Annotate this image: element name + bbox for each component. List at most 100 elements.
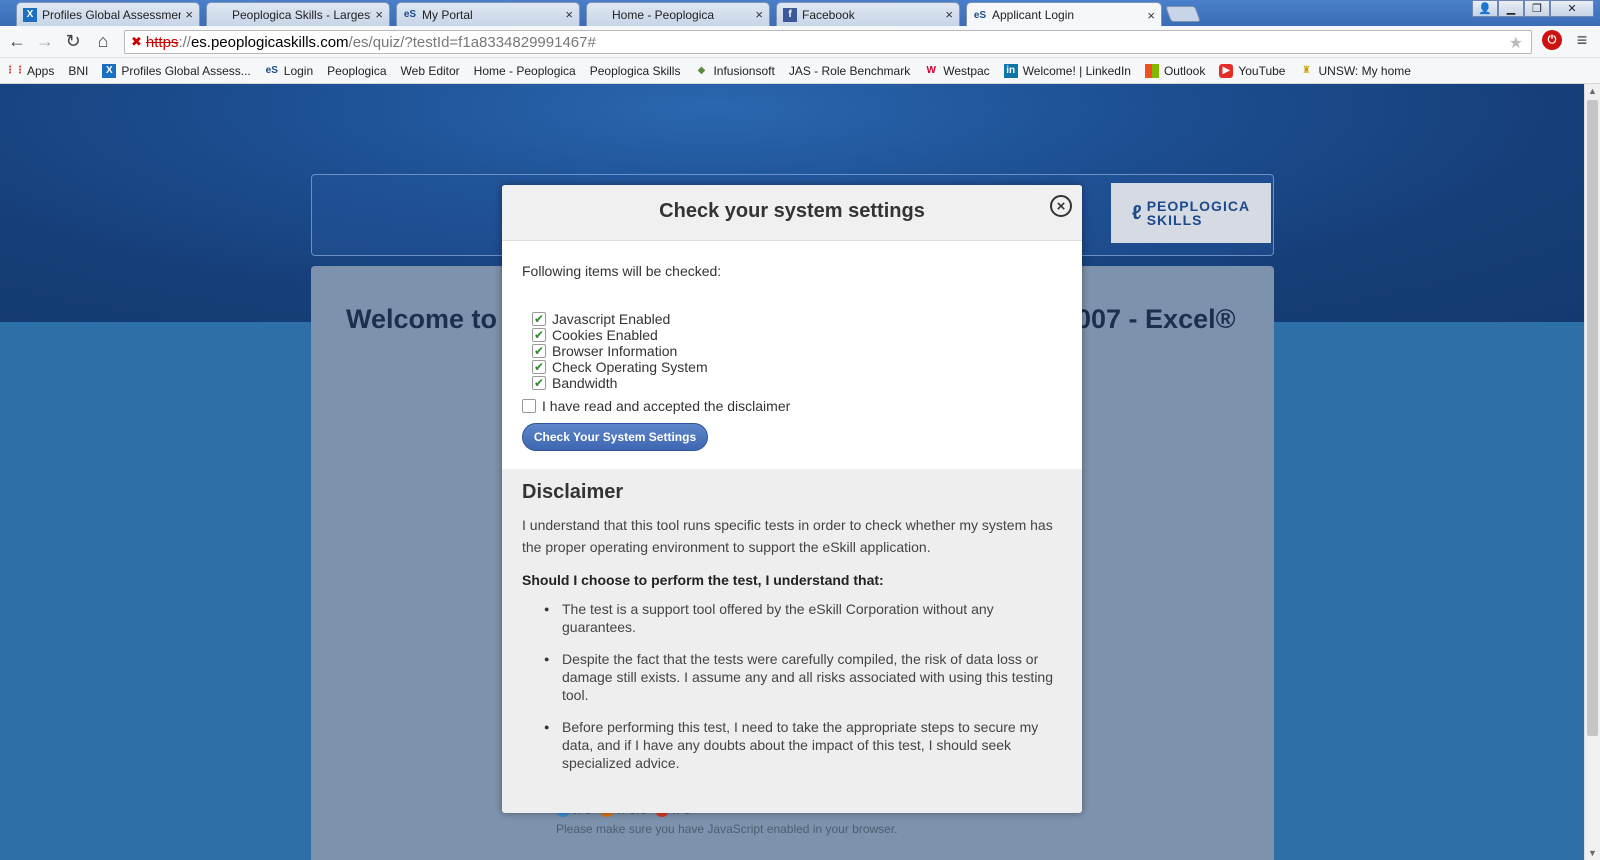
bookmark-label: YouTube	[1238, 63, 1286, 78]
reload-icon[interactable]: ↻	[62, 30, 84, 52]
bookmark-bni[interactable]: BNI	[68, 64, 88, 78]
check-item: ✔ Bandwidth	[532, 375, 708, 391]
address-bar[interactable]: ✖ https://es.peoplogicaskills.com/es/qui…	[124, 30, 1532, 54]
bookmark-peoplogica-skills[interactable]: Peoplogica Skills	[0, 63, 681, 155]
bookmark-jas[interactable]: JAS - Role Benchmark	[0, 63, 911, 155]
close-icon[interactable]: ×	[375, 7, 383, 22]
close-icon[interactable]: ×	[185, 7, 193, 22]
check-item: ✔ Javascript Enabled	[532, 311, 708, 327]
bookmark-youtube[interactable]: ▶ YouTube	[1219, 63, 1286, 78]
user-icon[interactable]: 👤	[1472, 0, 1498, 17]
modal-body: Following items will be checked: ✔ Javasc…	[502, 241, 1082, 469]
check-system-settings-button[interactable]: Check Your System Settings	[522, 423, 708, 451]
url-host: es.peoplogicaskills.com	[190, 33, 349, 51]
bookmark-peoplogica[interactable]: Peoplogica	[0, 63, 387, 155]
insecure-lock-icon[interactable]: ✖	[131, 34, 142, 50]
bookmark-login[interactable]: eS Login	[265, 63, 314, 78]
bookmark-profiles[interactable]: X Profiles Global Assess...	[102, 63, 251, 78]
bookmark-label: Profiles Global Assess...	[121, 63, 251, 78]
scroll-down-icon[interactable]: ▼	[1588, 848, 1597, 858]
bookmark-linkedin[interactable]: in Welcome! | LinkedIn	[1003, 63, 1131, 78]
scrollbar-thumb[interactable]	[1587, 100, 1598, 736]
forward-icon[interactable]: →	[34, 30, 56, 52]
linkedin-icon: in	[1003, 63, 1018, 78]
bookmark-label: JAS - Role Benchmark	[788, 63, 911, 78]
profiles-icon: X	[102, 63, 117, 78]
window-controls: 👤 ▁ ❐ ✕	[1472, 0, 1594, 18]
bookmark-star-icon[interactable]: ★	[1509, 33, 1523, 53]
tab-my-portal[interactable]: eS My Portal ×	[396, 2, 580, 26]
bookmark-label: Web Editor	[400, 63, 460, 78]
outlook-icon	[1144, 63, 1159, 78]
close-icon[interactable]: ×	[755, 7, 763, 22]
window-close-icon[interactable]: ✕	[1550, 0, 1594, 17]
disclaimer-intro: I understand that this tool runs specifi…	[522, 517, 1053, 555]
checkbox-checked[interactable]: ✔	[532, 376, 546, 390]
check-label: Javascript Enabled	[552, 311, 671, 327]
maximize-icon[interactable]: ❐	[1524, 0, 1550, 17]
bookmark-home-peoplogica[interactable]: Home - Peoplogica	[0, 64, 576, 155]
page-icon	[593, 8, 607, 22]
tab-peoplogica-skills[interactable]: Peoplogica Skills - Largest ra ×	[206, 2, 390, 26]
check-label: Cookies Enabled	[552, 327, 658, 343]
modal-header: Check your system settings ×	[502, 185, 1082, 241]
infusionsoft-icon: ◆	[697, 65, 706, 76]
accept-disclaimer-checkbox[interactable]	[522, 399, 536, 413]
adblock-extension-icon[interactable]: ⏻	[1542, 30, 1562, 50]
close-icon[interactable]: ×	[1050, 195, 1072, 217]
tab-home-peoplogica[interactable]: Home - Peoplogica ×	[586, 2, 770, 26]
eskill-icon: eS	[403, 9, 417, 20]
following-items-label: Following items will be checked:	[522, 263, 722, 279]
url-scheme: https	[145, 33, 179, 51]
accept-disclaimer-label: I have read and accepted the disclaimer	[542, 398, 791, 414]
scroll-up-icon[interactable]: ▲	[1588, 86, 1597, 96]
checkbox-checked[interactable]: ✔	[532, 328, 546, 342]
javascript-note: Please make sure you have JavaScript ena…	[556, 822, 898, 836]
tab-label: Home - Peoplogica	[612, 7, 715, 22]
new-tab-button[interactable]	[1165, 6, 1201, 22]
accept-disclaimer-row: I have read and accepted the disclaimer	[522, 398, 790, 414]
url-separator: ://	[178, 33, 191, 51]
bookmark-westpac[interactable]: W Westpac	[924, 64, 989, 78]
disclaimer-title: Disclaimer	[522, 481, 624, 503]
bookmark-label: Peoplogica Skills	[589, 63, 681, 78]
bookmark-label: UNSW: My home	[1318, 63, 1411, 78]
tab-facebook[interactable]: f Facebook ×	[776, 2, 960, 26]
unsw-icon: ♜	[1302, 65, 1311, 76]
check-label: Browser Information	[552, 343, 678, 359]
youtube-icon: ▶	[1219, 63, 1234, 78]
bookmark-web-editor[interactable]: Web Editor	[0, 63, 460, 155]
tab-label: Applicant Login	[992, 8, 1075, 22]
eskill-icon: eS	[973, 9, 987, 21]
checkbox-checked[interactable]: ✔	[532, 344, 546, 358]
bookmark-label: Welcome! | LinkedIn	[1022, 63, 1131, 78]
bookmark-label: Login	[283, 63, 314, 78]
minimize-icon[interactable]: ▁	[1498, 0, 1524, 17]
home-icon[interactable]: ⌂	[92, 30, 114, 52]
close-icon[interactable]: ×	[565, 7, 573, 22]
back-icon[interactable]: ←	[6, 30, 28, 52]
checkbox-checked[interactable]: ✔	[532, 360, 546, 374]
disclaimer-item: Before performing this test, I need to t…	[544, 718, 1062, 772]
vertical-scrollbar[interactable]: ▲ ▼	[1584, 84, 1600, 860]
welcome-heading-tail: 007 - Excel®	[1076, 304, 1236, 334]
bookmark-unsw[interactable]: ♜ UNSW: My home	[1299, 63, 1411, 78]
tab-applicant-login[interactable]: eS Applicant Login ×	[966, 2, 1162, 27]
person-icon: ℓ	[1131, 202, 1143, 224]
bookmark-infusionsoft[interactable]: ◆ Infusionsoft	[694, 64, 775, 78]
close-icon[interactable]: ×	[945, 7, 953, 22]
menu-icon[interactable]: ≡	[1572, 30, 1592, 50]
modal-title: Check your system settings	[659, 200, 925, 222]
check-item: ✔ Browser Information	[532, 343, 708, 359]
tab-label: Profiles Global Assessment C	[42, 7, 181, 22]
westpac-icon: W	[926, 65, 936, 76]
tab-profiles[interactable]: X Profiles Global Assessment C ×	[16, 2, 200, 26]
disclaimer-section: Disclaimer I understand that this tool r…	[522, 481, 1062, 786]
page-icon	[213, 8, 227, 22]
bookmark-label: Peoplogica	[327, 63, 387, 78]
eskill-icon: eS	[265, 65, 278, 76]
checkbox-checked[interactable]: ✔	[532, 312, 546, 326]
close-icon[interactable]: ×	[1147, 8, 1155, 23]
bookmark-outlook[interactable]: Outlook	[1144, 63, 1205, 78]
bookmark-apps[interactable]: ⋮⋮ Apps	[5, 64, 54, 78]
